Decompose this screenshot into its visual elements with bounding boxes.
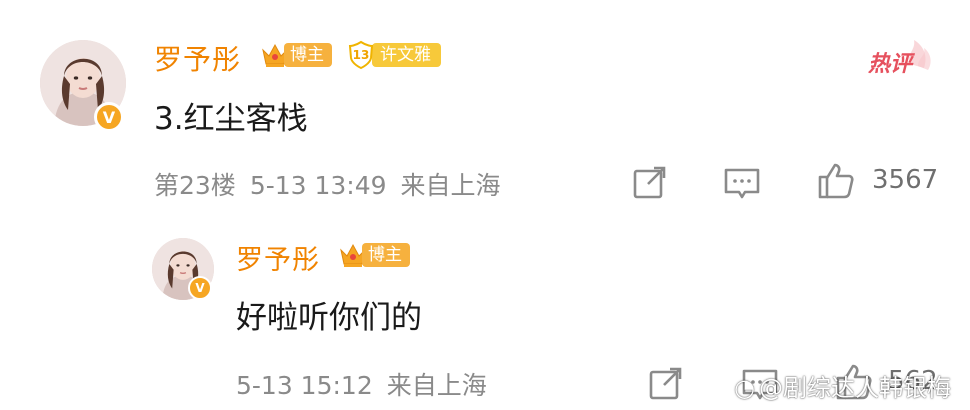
reply-verified-badge-icon: V [188,276,212,300]
comment-meta: 第23楼 5-13 13:49 来自上海 [154,166,515,202]
hot-comment-tag: 热评 [866,40,936,84]
reply-blogger-badge-label: 博主 [362,243,410,267]
fan-level-icon: 13 [346,40,376,70]
weibo-logo-icon: ◔ [734,374,755,402]
like-count: 3567 [872,165,939,195]
comment-icon[interactable] [722,163,762,203]
verified-badge-icon: V [94,102,124,132]
reply-blogger-badge[interactable]: 博主 [338,240,410,270]
reply-text: 好啦听你们的 [236,300,422,336]
reply-meta: 5-13 15:12 来自上海 [236,366,501,402]
fan-level-number: 13 [352,48,370,62]
comment-text: 3.红尘客栈 [154,101,308,137]
reply-date: 5-13 15:12 [236,371,373,400]
comment-username[interactable]: 罗予彤 [154,38,241,78]
reply-share-icon[interactable] [646,364,686,404]
blogger-badge-label: 博主 [284,43,332,67]
watermark-text: @剧综达人韩银梅 [758,374,951,402]
reply-location: 来自上海 [386,371,487,400]
share-icon[interactable] [630,163,670,203]
fan-badge[interactable]: 13 许文雅 [346,40,441,70]
like-icon[interactable] [816,161,856,201]
comment-location: 来自上海 [400,171,501,200]
hot-comment-label: 热评 [868,52,913,77]
fan-badge-label: 许文雅 [372,43,441,67]
reply-username[interactable]: 罗予彤 [236,238,320,277]
blogger-badge[interactable]: 博主 [260,40,332,70]
comment-date: 5-13 13:49 [249,171,387,200]
watermark: ◔ @剧综达人韩银梅 [734,368,951,403]
comment-floor: 第23楼 [154,171,236,200]
